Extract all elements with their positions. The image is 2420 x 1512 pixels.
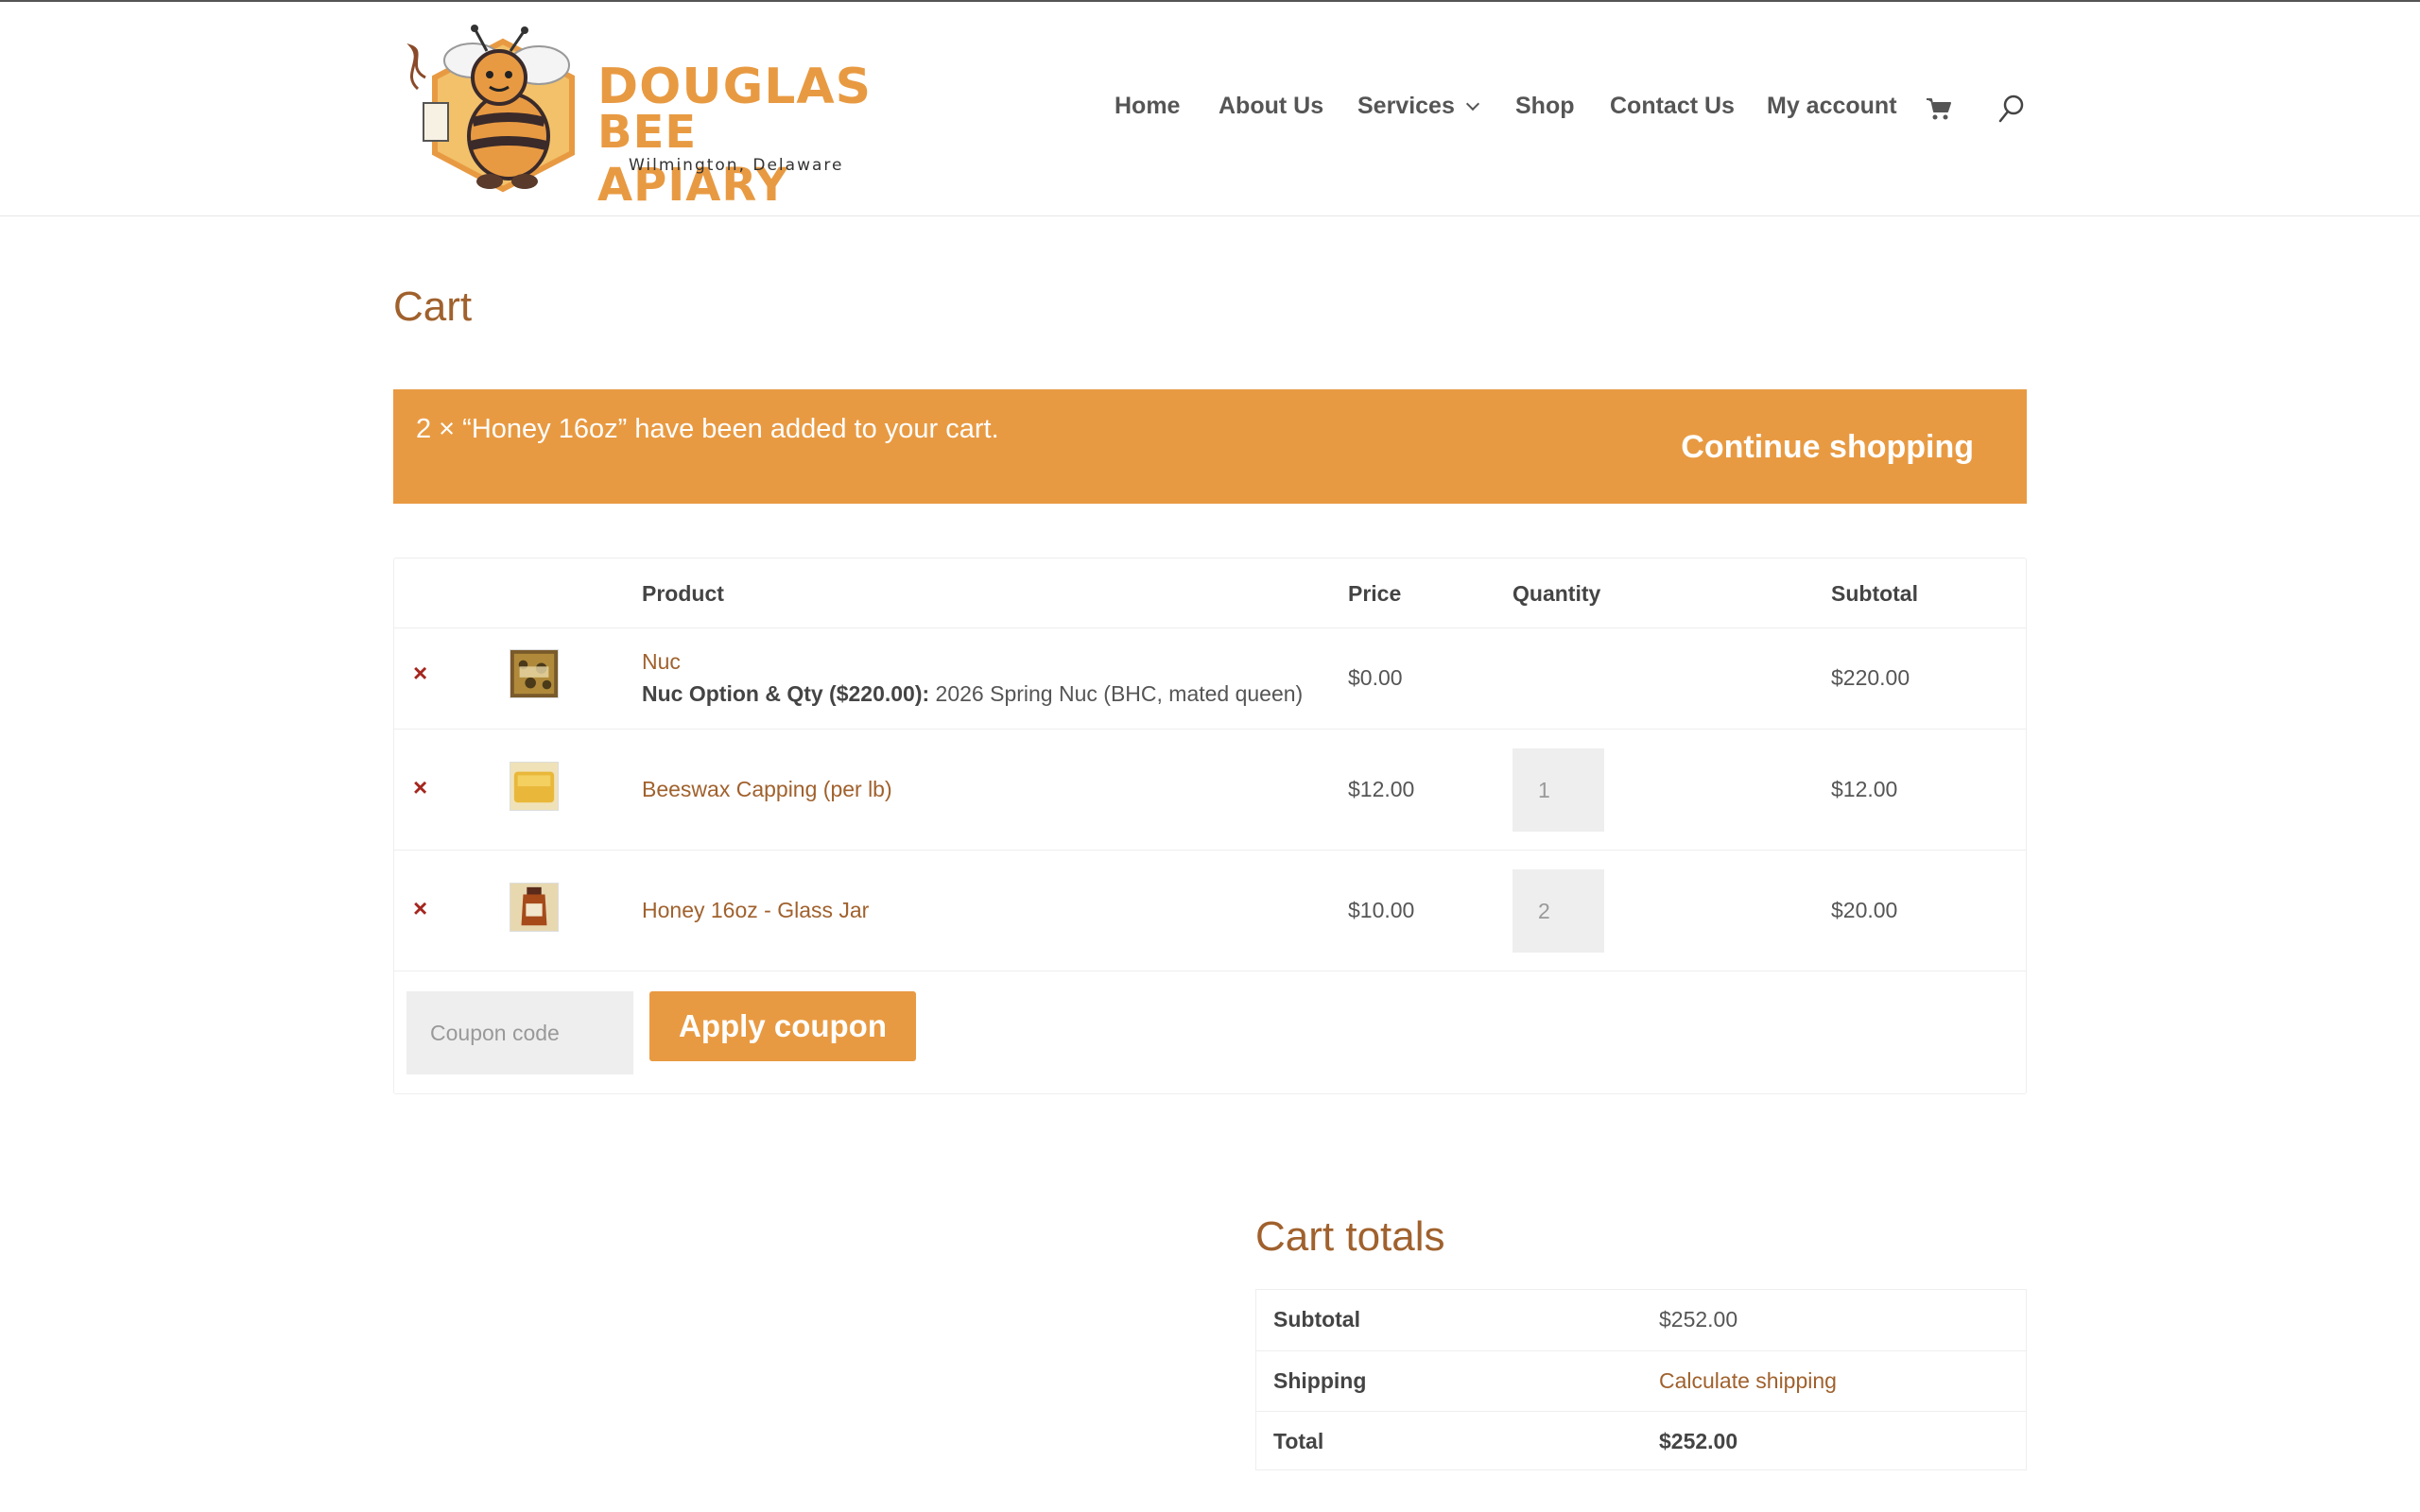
product-thumbnail[interactable] [510, 883, 559, 932]
item-subtotal: $12.00 [1831, 777, 1898, 801]
nav-contact-us[interactable]: Contact Us [1610, 93, 1735, 120]
quantity-input[interactable]: 1 [1512, 748, 1604, 832]
totals-row-shipping: Shipping Calculate shipping [1256, 1350, 2026, 1411]
shipping-label: Shipping [1273, 1368, 1367, 1393]
item-price: $10.00 [1348, 898, 1415, 922]
cart-notice: 2 × “Honey 16oz” have been added to your… [393, 389, 2027, 504]
remove-item-button[interactable]: × [413, 894, 427, 923]
nav-services[interactable]: Services [1357, 93, 1479, 120]
calculate-shipping-link[interactable]: Calculate shipping [1659, 1368, 1837, 1394]
total-label: Total [1273, 1429, 1324, 1453]
product-option: Nuc Option & Qty ($220.00): 2026 Spring … [642, 681, 1303, 707]
header-quantity: Quantity [1512, 581, 1601, 606]
product-thumbnail[interactable] [510, 762, 559, 811]
header-product: Product [642, 581, 724, 606]
total-value: $252.00 [1659, 1429, 1738, 1453]
product-name-link[interactable]: Honey 16oz - Glass Jar [642, 898, 869, 923]
remove-item-button[interactable]: × [413, 659, 427, 688]
page-title: Cart [393, 284, 473, 330]
cart-icon[interactable] [1926, 96, 1952, 121]
nav-my-account[interactable]: My account [1767, 93, 1897, 120]
item-subtotal: $220.00 [1831, 665, 1910, 690]
subtotal-value: $252.00 [1659, 1307, 1738, 1332]
item-price: $12.00 [1348, 777, 1415, 801]
subtotal-label: Subtotal [1273, 1307, 1360, 1332]
product-option-label: Nuc Option & Qty ($220.00): [642, 681, 930, 706]
nav-shop[interactable]: Shop [1515, 93, 1575, 120]
nav-services-label: Services [1357, 93, 1455, 119]
apply-coupon-button[interactable]: Apply coupon [649, 991, 916, 1061]
cart-totals-title: Cart totals [1255, 1213, 1445, 1260]
main-nav: Home About Us Services Shop Contact Us M… [0, 93, 2420, 130]
cart-table: Product Price Quantity Subtotal × Nuc Nu… [393, 558, 2027, 1094]
header-price: Price [1348, 581, 1402, 606]
notice-message: 2 × “Honey 16oz” have been added to your… [416, 414, 999, 444]
product-name-link[interactable]: Nuc [642, 649, 681, 675]
site-header: DOUGLAS BEE APIARY Wilmington, Delaware … [0, 0, 2420, 216]
nav-about-us[interactable]: About Us [1219, 93, 1323, 120]
table-row: × Honey 16oz - Glass Jar $10.00 2 $20.00 [394, 850, 2026, 971]
table-row: × Nuc Nuc Option & Qty ($220.00): 2026 S… [394, 627, 2026, 729]
table-row: × Beeswax Capping (per lb) $12.00 1 $12.… [394, 729, 2026, 850]
totals-row-total: Total $252.00 [1256, 1411, 2026, 1471]
continue-shopping-button[interactable]: Continue shopping [1681, 429, 1974, 466]
product-name-link[interactable]: Beeswax Capping (per lb) [642, 777, 892, 802]
coupon-code-input[interactable]: Coupon code [406, 991, 633, 1074]
chevron-down-icon [1465, 96, 1479, 112]
quantity-input[interactable]: 2 [1512, 869, 1604, 953]
product-thumbnail[interactable] [510, 649, 559, 698]
cart-totals-table: Subtotal $252.00 Shipping Calculate ship… [1255, 1289, 2027, 1470]
item-subtotal: $20.00 [1831, 898, 1898, 922]
totals-row-subtotal: Subtotal $252.00 [1256, 1290, 2026, 1350]
header-subtotal: Subtotal [1831, 581, 1918, 606]
cart-actions-row [394, 971, 2026, 1093]
item-price: $0.00 [1348, 665, 1403, 690]
logo-location: Wilmington, Delaware [629, 156, 844, 175]
search-icon[interactable] [1997, 94, 2026, 124]
remove-item-button[interactable]: × [413, 773, 427, 802]
product-option-value: 2026 Spring Nuc (BHC, mated queen) [929, 681, 1304, 706]
nav-home[interactable]: Home [1115, 93, 1180, 120]
